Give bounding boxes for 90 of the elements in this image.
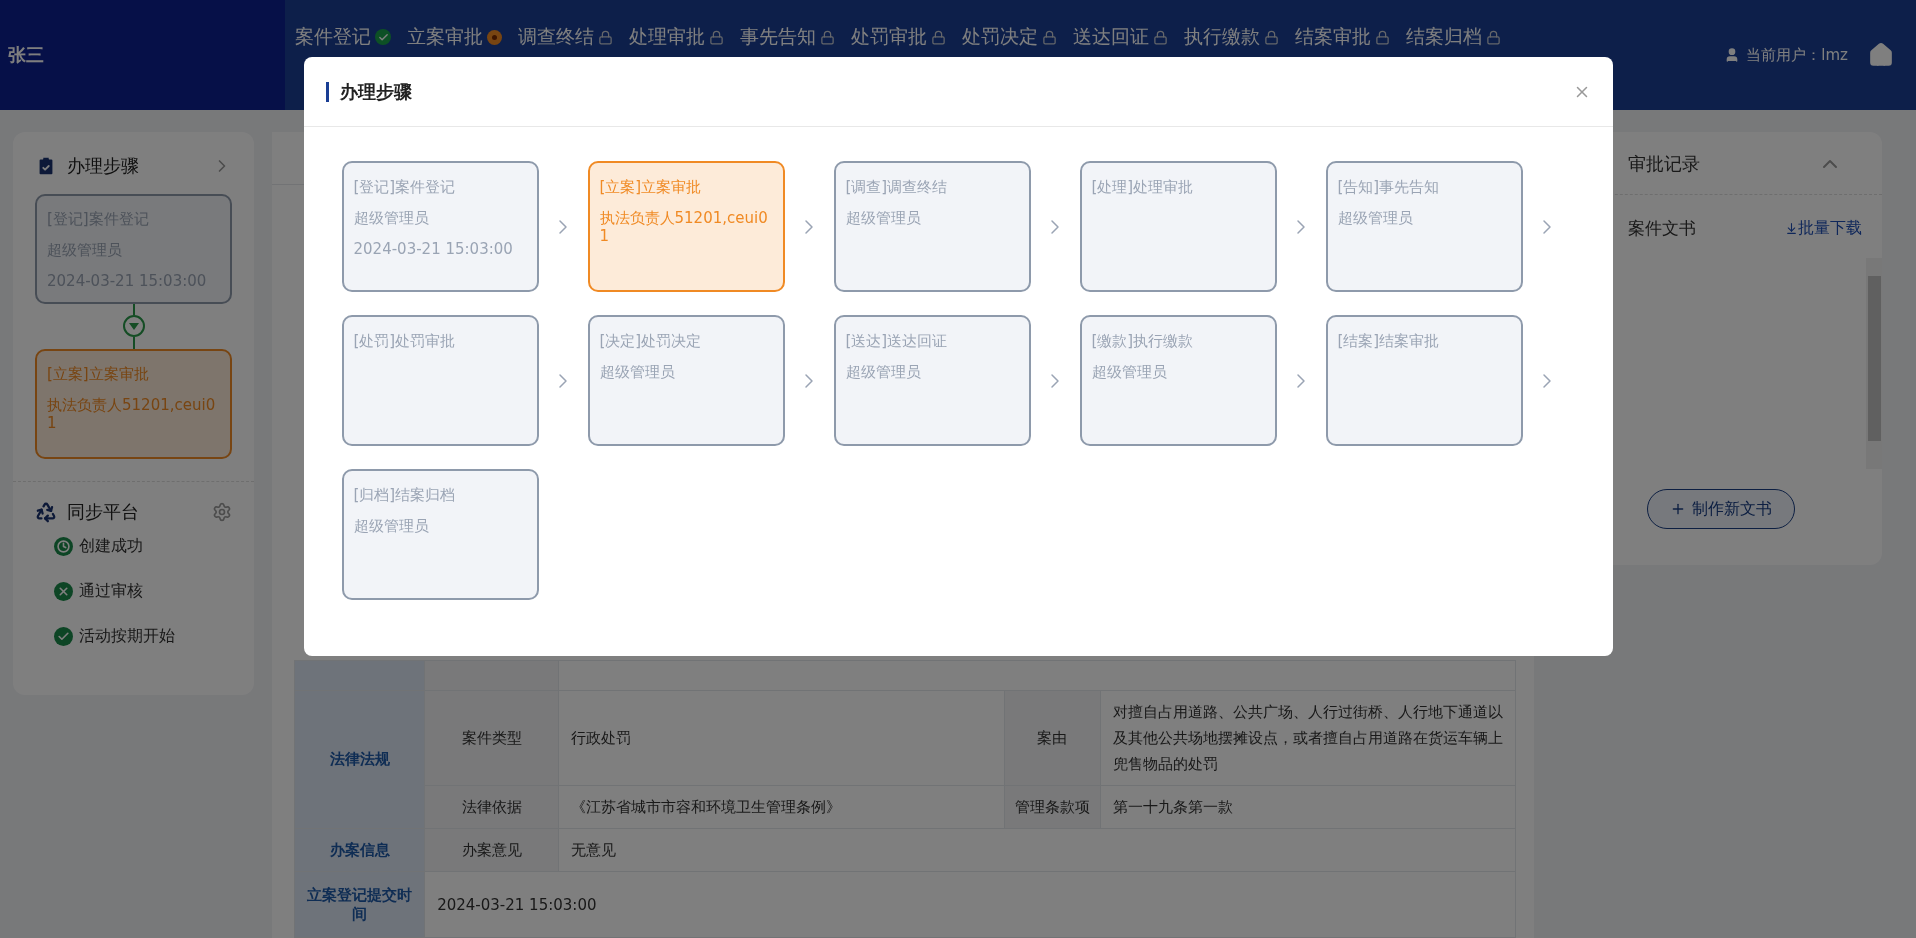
step-detail: 超级管理员 — [353, 517, 430, 535]
field-label: 案由 — [1004, 690, 1101, 786]
event-label: 创建成功 — [79, 536, 143, 557]
section-heading: 办案信息 — [294, 828, 425, 872]
step-card[interactable]: [结案]结案审批 — [1325, 315, 1523, 446]
nav-tab[interactable]: 案件登记 — [295, 24, 391, 50]
panel-title: 同步平台 — [67, 500, 140, 524]
step-card[interactable]: [调查]调查终结 超级管理员 — [833, 161, 1031, 292]
field-label: 办案意见 — [424, 828, 559, 872]
current-user: 当前用户：lmz — [1746, 45, 1848, 65]
step-detail: 执法负责人51201,ceui01 — [47, 396, 217, 432]
lock-icon — [709, 29, 724, 45]
step-title: [立案]立案审批 — [47, 365, 150, 383]
new-document-button[interactable]: 制作新文书 — [1647, 489, 1796, 529]
dialog-title: 办理步骤 — [325, 81, 1573, 102]
nav-tab[interactable]: 执行缴款 — [1184, 24, 1279, 50]
step-card[interactable]: [归档]结案归档 超级管理员 — [341, 469, 539, 600]
step-card[interactable]: [立案]立案审批 执法负责人51201,ceui01 — [587, 161, 785, 292]
connector-drawing — [121, 304, 146, 349]
panel-title: 办理步骤 — [67, 154, 140, 178]
nav-tab[interactable]: 立案审批 — [407, 24, 502, 50]
scrollbar[interactable] — [1866, 258, 1882, 469]
clock-icon — [54, 537, 73, 556]
lock-icon — [1153, 29, 1168, 45]
nav-tab[interactable]: 送达回证 — [1073, 24, 1168, 50]
step-card[interactable]: [处罚]处罚审批 — [341, 315, 539, 446]
event-label: 活动按期开始 — [79, 626, 175, 647]
cross-icon — [54, 582, 73, 601]
user-name: 张三 — [8, 43, 44, 67]
download-link[interactable]: 批量下载 — [1785, 218, 1862, 239]
lock-icon — [931, 29, 946, 45]
nav-tab[interactable]: 处罚审批 — [851, 24, 946, 50]
step-card[interactable]: [告知]事先告知 超级管理员 — [1325, 161, 1523, 292]
event-label: 通过审核 — [79, 581, 143, 602]
step-card[interactable]: [送达]送达回证 超级管理员 — [833, 315, 1031, 446]
step-title: [登记]案件登记 — [353, 178, 457, 196]
lock-icon — [598, 29, 613, 45]
table-cell: 《江苏省城市市容和环境卫生管理条例》 — [558, 785, 1005, 829]
step-detail: 超级管理员 — [1337, 209, 1414, 227]
home-icon[interactable] — [1868, 42, 1894, 68]
table-cell: 对擅自占用道路、公共广场、人行过街桥、人行地下通道以及其他公共场地摆摊设点，或者擅自占用道路在货运车辆上兜售物品的处罚 — [1100, 690, 1516, 786]
step-card[interactable]: [登记]案件登记 超级管理员 2024-03-21 15:03:00 — [341, 161, 539, 292]
field-label: 法律依据 — [424, 785, 559, 829]
step-detail: 2024-03-21 15:03:00 — [353, 240, 514, 258]
step-detail: 超级管理员 — [845, 209, 922, 227]
step-detail: 超级管理员 — [353, 209, 430, 227]
step-title: [处理]处理审批 — [1091, 178, 1195, 196]
nav-tab[interactable]: 处理审批 — [629, 24, 724, 50]
table-cell: 第一十九条第一款 — [1100, 785, 1516, 829]
step-card[interactable]: [处理]处理审批 — [1079, 161, 1277, 292]
step-detail: 超级管理员 — [845, 363, 922, 381]
status-dot-icon — [487, 29, 502, 45]
step-title: [调查]调查终结 — [845, 178, 949, 196]
nav-tab[interactable]: 调查终结 — [518, 24, 613, 50]
nav-tab[interactable]: 结案归档 — [1406, 24, 1501, 50]
step-detail: 执法负责人51201,ceui01 — [599, 209, 769, 245]
table-cell: 无意见 — [558, 828, 1516, 872]
field-label: 管理条款项 — [1004, 785, 1101, 829]
table-cell: 行政处罚 — [558, 690, 1005, 786]
settings-icon[interactable] — [212, 502, 233, 522]
step-title: [告知]事先告知 — [1337, 178, 1441, 196]
nav-tab[interactable]: 结案审批 — [1295, 24, 1390, 50]
check-icon — [54, 627, 73, 646]
recycle-icon — [35, 501, 57, 523]
step-detail: 超级管理员 — [599, 363, 676, 381]
step-detail: 超级管理员 — [1091, 363, 1168, 381]
nav-tab[interactable]: 处罚决定 — [962, 24, 1057, 50]
step-title: [决定]处罚决定 — [599, 332, 703, 350]
section-title: 案件文书 — [1628, 217, 1698, 240]
download-icon — [1785, 222, 1798, 235]
step-title: [结案]结案审批 — [1337, 332, 1441, 350]
step-title: [送达]送达回证 — [845, 332, 949, 350]
section-heading: 法律法规 — [294, 690, 425, 829]
field-label: 案件类型 — [424, 690, 559, 786]
section-heading: 立案登记提交时间 — [294, 871, 425, 938]
step-title: [处罚]处罚审批 — [353, 332, 457, 350]
step-card[interactable]: [决定]处罚决定 超级管理员 — [587, 315, 785, 446]
table-cell: 2024-03-21 15:03:00 — [424, 871, 1516, 938]
step-title: [缴款]执行缴款 — [1091, 332, 1195, 350]
lock-icon — [1486, 29, 1501, 45]
lock-icon — [820, 29, 835, 45]
check-icon — [375, 29, 391, 45]
step-title: [归档]结案归档 — [353, 486, 457, 504]
lock-icon — [1042, 29, 1057, 45]
nav-tab[interactable]: 事先告知 — [740, 24, 835, 50]
step-title: [立案]立案审批 — [599, 178, 703, 196]
lock-icon — [1375, 29, 1390, 45]
panel-title: 审批记录 — [1628, 152, 1702, 176]
step-card[interactable]: [缴款]执行缴款 超级管理员 — [1079, 315, 1277, 446]
lock-icon — [1264, 29, 1279, 45]
